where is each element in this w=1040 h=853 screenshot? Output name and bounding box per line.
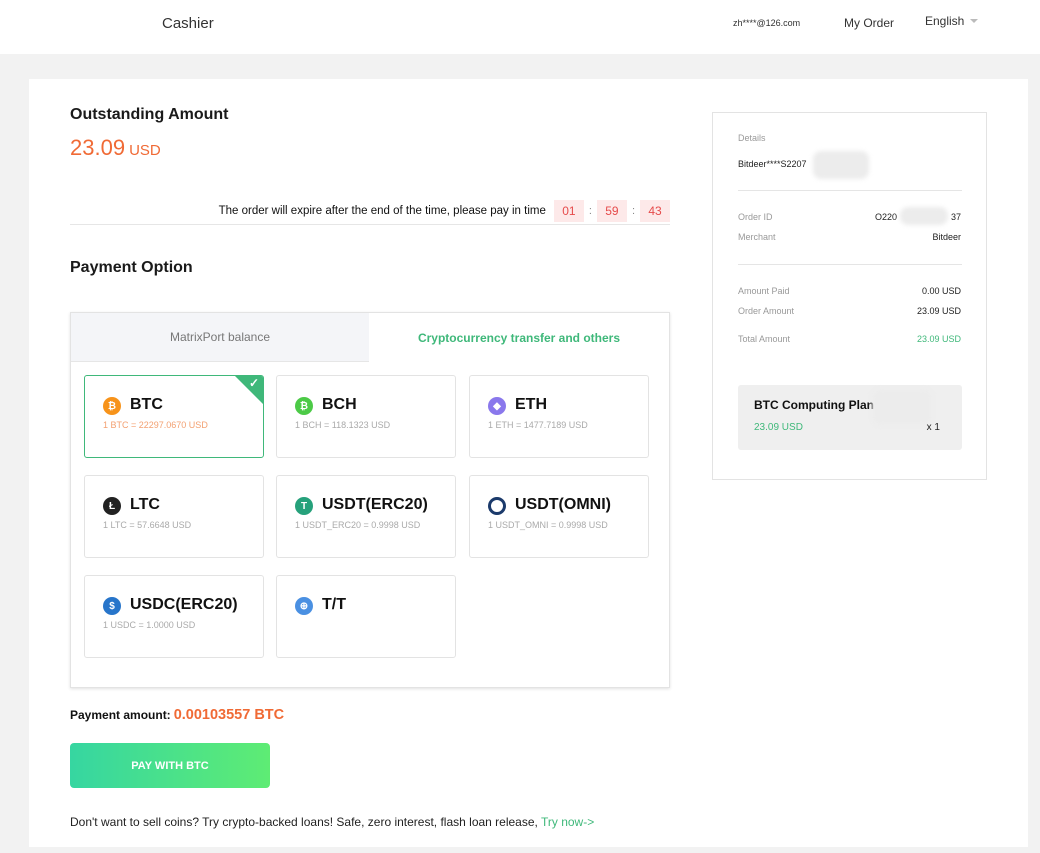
- usdt-omni-icon: [488, 497, 506, 515]
- divider: [738, 264, 962, 265]
- coin-rate: 1 LTC = 57.6648 USD: [103, 520, 192, 530]
- countdown-seconds: 43: [640, 199, 670, 222]
- tab-matrixport-balance[interactable]: MatrixPort balance: [71, 313, 369, 362]
- merchant-value: Bitdeer: [932, 232, 961, 242]
- coin-card-btc[interactable]: ₿ BTC 1 BTC = 22297.0670 USD ✓: [84, 375, 264, 458]
- coin-card-tt[interactable]: ⊕ T/T: [276, 575, 456, 658]
- plan-item: BTC Computing Plan 23.09 USD x 1: [738, 385, 962, 450]
- payment-amount-value: 0.00103557 BTC: [173, 707, 285, 723]
- payment-amount-label: Payment amount:: [70, 708, 171, 722]
- language-label: English: [925, 14, 965, 28]
- coin-rate: 1 USDC = 1.0000 USD: [103, 620, 196, 630]
- coin-name: USDT(ERC20): [322, 496, 428, 513]
- chevron-down-icon: [970, 19, 979, 23]
- coin-rate: 1 BTC = 22297.0670 USD: [103, 420, 208, 430]
- coin-rate: 1 ETH = 1477.7189 USD: [488, 420, 588, 430]
- coin-name: BTC: [130, 396, 163, 413]
- coin-name: BCH: [322, 396, 357, 413]
- user-email[interactable]: zh****@126.com: [733, 18, 800, 28]
- countdown-separator: :: [631, 204, 635, 217]
- amount-number: 23.09: [70, 135, 126, 160]
- coin-name: ETH: [515, 396, 547, 413]
- coin-name: T/T: [322, 596, 346, 613]
- ltc-icon: Ł: [103, 497, 121, 515]
- coin-card-usdt-erc20[interactable]: T USDT(ERC20) 1 USDT_ERC20 = 0.9998 USD: [276, 475, 456, 558]
- order-id-label: Order ID: [738, 212, 773, 222]
- my-order-link[interactable]: My Order: [844, 16, 894, 30]
- expiry-message: The order will expire after the end of t…: [218, 204, 546, 217]
- merchant-label: Merchant: [738, 232, 776, 242]
- main-panel: Outstanding Amount 23.09 USD The order wi…: [29, 79, 1028, 847]
- btc-icon: ₿: [103, 397, 121, 415]
- coin-card-ltc[interactable]: Ł LTC 1 LTC = 57.6648 USD: [84, 475, 264, 558]
- countdown-minutes: 59: [596, 199, 627, 222]
- coin-rate: 1 USDT_ERC20 = 0.9998 USD: [295, 520, 421, 530]
- amount-paid-value: 0.00 USD: [921, 286, 961, 296]
- plan-price: 23.09 USD: [754, 422, 803, 433]
- coin-name: LTC: [130, 496, 160, 513]
- order-amount-value: 23.09 USD: [916, 306, 961, 316]
- redaction-blur: [900, 207, 948, 225]
- try-now-link[interactable]: Try now->: [541, 815, 594, 829]
- redaction-blur: [813, 151, 869, 179]
- bch-icon: ₿: [295, 397, 313, 415]
- usdt-erc20-icon: T: [295, 497, 313, 515]
- expiry-countdown: The order will expire after the end of t…: [70, 197, 670, 225]
- details-account: Bitdeer****S2207: [738, 159, 807, 169]
- outstanding-amount-value: 23.09 USD: [70, 135, 161, 161]
- outstanding-amount-title: Outstanding Amount: [70, 106, 229, 123]
- coin-card-usdc-erc20[interactable]: $ USDC(ERC20) 1 USDC = 1.0000 USD: [84, 575, 264, 658]
- coin-name: USDT(OMNI): [515, 496, 611, 513]
- tab-crypto-transfer[interactable]: Cryptocurrency transfer and others: [369, 313, 669, 362]
- payment-option-title: Payment Option: [70, 259, 193, 276]
- countdown-separator: :: [588, 204, 592, 217]
- language-selector[interactable]: English: [925, 14, 979, 28]
- amount-paid-label: Amount Paid: [738, 286, 790, 296]
- divider: [738, 190, 962, 191]
- order-details-panel: Details Bitdeer****S2207 Order ID O220 3…: [712, 112, 987, 480]
- top-bar: Cashier zh****@126.com My Order English: [0, 0, 1040, 54]
- countdown-hours: 01: [553, 199, 584, 222]
- redaction-blur: [872, 389, 932, 425]
- bank-transfer-icon: ⊕: [295, 597, 313, 615]
- coin-rate: 1 BCH = 118.1323 USD: [295, 420, 391, 430]
- order-amount-label: Order Amount: [738, 306, 795, 316]
- coin-name: USDC(ERC20): [130, 596, 238, 613]
- plan-name: BTC Computing Plan: [754, 398, 874, 412]
- order-id-suffix: 37: [950, 212, 961, 222]
- plan-quantity: x 1: [926, 422, 940, 433]
- payment-option-box: MatrixPort balance Cryptocurrency transf…: [70, 312, 670, 688]
- loan-promo: Don't want to sell coins? Try crypto-bac…: [70, 815, 594, 829]
- coin-card-bch[interactable]: ₿ BCH 1 BCH = 118.1323 USD: [276, 375, 456, 458]
- pay-with-btc-button[interactable]: PAY WITH BTC: [70, 743, 270, 788]
- coin-rate: 1 USDT_OMNI = 0.9998 USD: [488, 520, 608, 530]
- total-amount-label: Total Amount: [738, 334, 791, 344]
- promo-text: Don't want to sell coins? Try crypto-bac…: [70, 815, 538, 829]
- usdc-icon: $: [103, 597, 121, 615]
- payment-amount: Payment amount: 0.00103557 BTC: [70, 707, 284, 723]
- details-heading: Details: [738, 133, 766, 143]
- coin-card-eth[interactable]: ◆ ETH 1 ETH = 1477.7189 USD: [469, 375, 649, 458]
- brand-title: Cashier: [162, 15, 214, 32]
- coin-card-usdt-omni[interactable]: USDT(OMNI) 1 USDT_OMNI = 0.9998 USD: [469, 475, 649, 558]
- amount-currency: USD: [129, 142, 161, 159]
- total-amount-value: 23.09 USD: [916, 334, 961, 344]
- check-icon: ✓: [248, 376, 259, 390]
- eth-icon: ◆: [488, 397, 506, 415]
- order-id-prefix: O220: [875, 212, 898, 222]
